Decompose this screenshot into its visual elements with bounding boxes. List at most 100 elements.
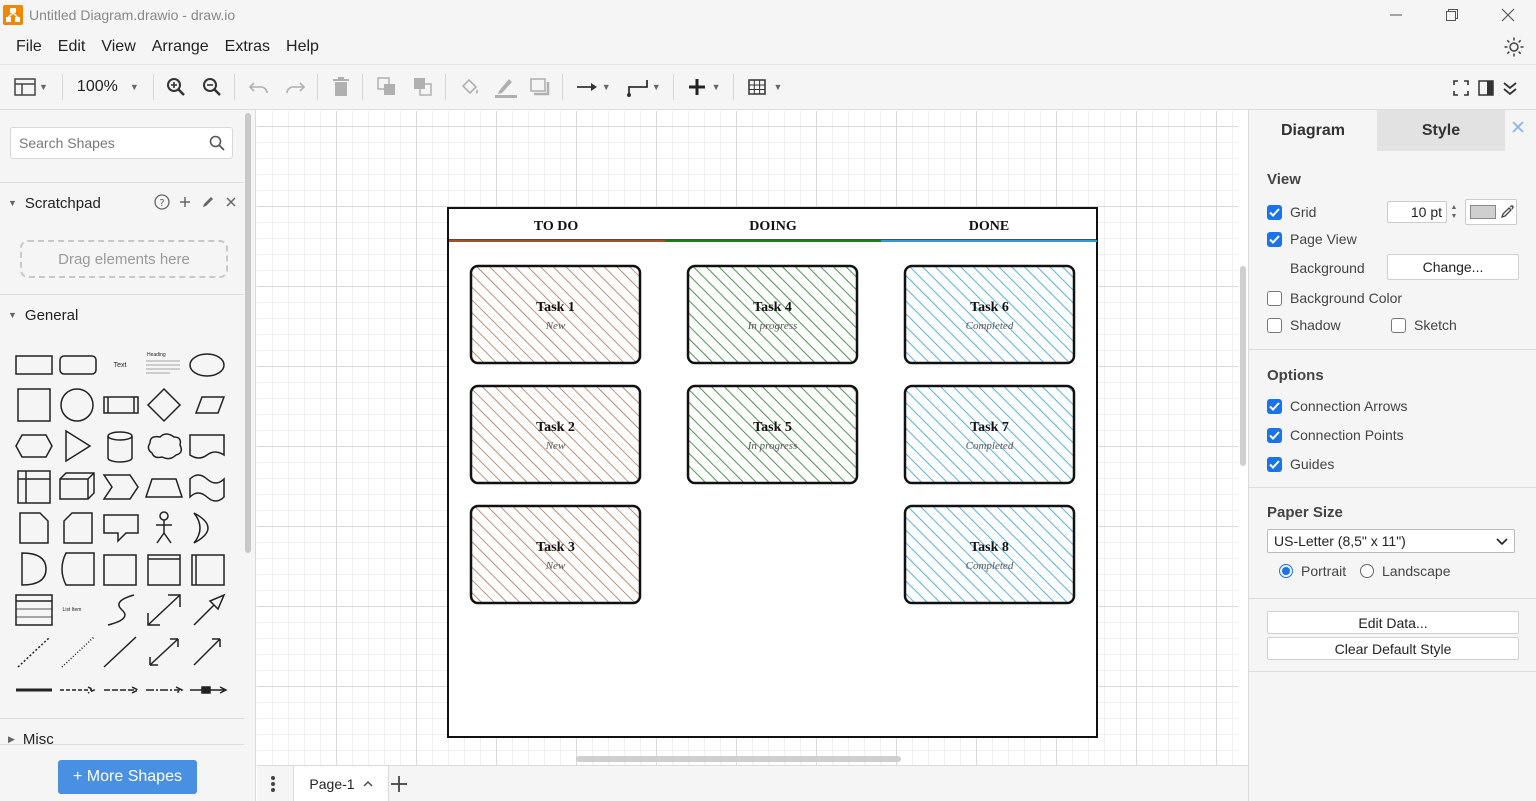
page-view-checkbox-row[interactable]: Page View [1267,231,1357,247]
format-panel-button[interactable] [1478,73,1494,103]
connection-points-checkbox-row[interactable]: Connection Points [1267,427,1404,443]
column-header[interactable]: DONE [969,219,1009,234]
shadow-checkbox[interactable] [1267,317,1282,333]
undo-button[interactable] [248,72,269,102]
or-shape[interactable] [193,512,209,544]
menu-help[interactable]: Help [278,38,327,56]
zoom-out-button[interactable] [202,72,222,102]
diamond-shape[interactable] [146,387,182,423]
text-shape[interactable]: Text [114,362,127,369]
directional-connector-shape[interactable] [193,638,221,666]
add-page-icon[interactable] [389,774,409,794]
close-icon[interactable] [224,194,238,210]
spin-down-icon[interactable]: ▼ [1451,212,1458,221]
stored-data-shape[interactable] [61,552,95,586]
close-panel-icon[interactable] [1511,120,1525,134]
heading-textbox-shape[interactable]: Heading [146,352,180,374]
spin-up-icon[interactable]: ▲ [1451,203,1458,212]
tape-shape[interactable] [189,474,225,502]
grid-color-button[interactable] [1465,199,1517,225]
task-card[interactable]: Task 5 In progress [686,384,859,485]
landscape-radio-row[interactable]: Landscape [1360,563,1451,579]
shadow-checkbox-row[interactable]: Shadow [1267,317,1341,333]
grid-size-input[interactable]: 10 pt [1387,201,1447,223]
diagram-canvas[interactable]: TO DO DOING DONE Task 1 New Task 2 New Task 3 N… [257,111,1239,765]
misc-header[interactable]: ▶ Misc [0,724,244,754]
task-card[interactable]: Task 8 Completed [903,504,1076,605]
menu-view[interactable]: View [93,38,143,56]
task-card[interactable]: Task 7 Completed [903,384,1076,485]
rounded-rectangle-shape[interactable] [59,355,97,375]
waypoints-button[interactable]: ▼ [626,72,661,102]
cylinder-shape[interactable] [107,431,133,463]
theme-button[interactable] [1502,35,1526,59]
dotted-line-shape[interactable] [61,636,95,668]
rectangle-shape[interactable] [15,355,53,375]
triangle-shape[interactable] [65,429,92,463]
paper-size-select[interactable]: US-Letter (8,5" x 11") [1267,529,1515,553]
connection-points-checkbox[interactable] [1267,427,1282,443]
clear-default-style-button[interactable]: Clear Default Style [1267,637,1519,660]
task-card[interactable]: Task 3 New [469,504,642,605]
dashed-arrow-shape[interactable] [60,686,96,694]
frame-shape[interactable] [147,554,181,586]
container-shape[interactable] [17,470,51,504]
search-shapes-input[interactable] [11,128,201,158]
zoom-dropdown[interactable]: 100% ▼ [77,72,139,102]
cloud-shape[interactable] [147,433,183,460]
step-shape[interactable] [102,474,139,500]
ellipse-shape[interactable] [189,353,225,377]
long-dashed-arrow-shape[interactable] [104,686,140,694]
column-header[interactable]: DOING [749,219,797,234]
connection-arrows-checkbox[interactable] [1267,398,1282,414]
background-color-checkbox-row[interactable]: Background Color [1267,290,1402,306]
hexagon-shape[interactable] [15,434,53,458]
canvas-vertical-scrollbar[interactable] [1240,266,1246,466]
internal-storage-shape[interactable] [191,554,225,586]
to-front-button[interactable] [377,72,397,102]
redo-button[interactable] [285,72,305,102]
portrait-radio[interactable] [1279,564,1293,578]
background-color-checkbox[interactable] [1267,290,1282,306]
plus-icon[interactable] [178,194,192,210]
delay-shape[interactable] [21,552,47,586]
panels-button[interactable]: ▼ [14,72,48,102]
restore-button[interactable] [1424,0,1480,30]
connection-style-button[interactable]: ▼ [576,72,611,102]
grid-size-stepper[interactable]: ▲ ▼ [1448,201,1460,223]
dash-dot-arrow-shape[interactable] [146,686,184,694]
list-shape[interactable] [15,594,53,626]
page-tab[interactable]: Page-1 [293,766,389,801]
bidirectional-arrow-shape[interactable] [147,594,181,626]
callout-shape[interactable] [103,514,139,543]
to-back-button[interactable] [413,72,433,102]
edit-data-button[interactable]: Edit Data... [1267,611,1519,634]
actor-shape[interactable] [156,511,172,544]
tab-diagram[interactable]: Diagram [1249,110,1377,151]
general-header[interactable]: ▼ General [0,300,244,330]
document-shape[interactable] [189,434,225,459]
edit-pencil-icon[interactable] [200,194,216,210]
close-window-button[interactable] [1480,0,1536,30]
tab-style[interactable]: Style [1377,110,1505,151]
sketch-checkbox[interactable] [1391,317,1406,333]
grid-checkbox-row[interactable]: Grid [1267,204,1316,220]
line-shape[interactable] [103,636,137,668]
page-view-checkbox[interactable] [1267,231,1282,247]
parallelogram-shape[interactable] [194,396,226,414]
fullscreen-button[interactable] [1453,73,1469,103]
landscape-radio[interactable] [1360,564,1374,578]
change-background-button[interactable]: Change... [1387,254,1519,280]
line-color-button[interactable] [494,72,518,102]
table-button[interactable]: ▼ [747,72,782,102]
square-shape[interactable] [103,554,137,586]
circle-shape[interactable] [60,388,94,422]
task-card[interactable]: Task 2 New [469,384,642,485]
menu-edit[interactable]: Edit [50,38,94,56]
more-vertical-icon[interactable] [269,774,277,794]
arrow-shape[interactable] [193,593,226,626]
task-card[interactable]: Task 1 New [469,264,642,365]
fill-color-button[interactable] [460,72,482,102]
note-shape[interactable] [19,512,49,544]
curve-shape[interactable] [107,594,135,626]
